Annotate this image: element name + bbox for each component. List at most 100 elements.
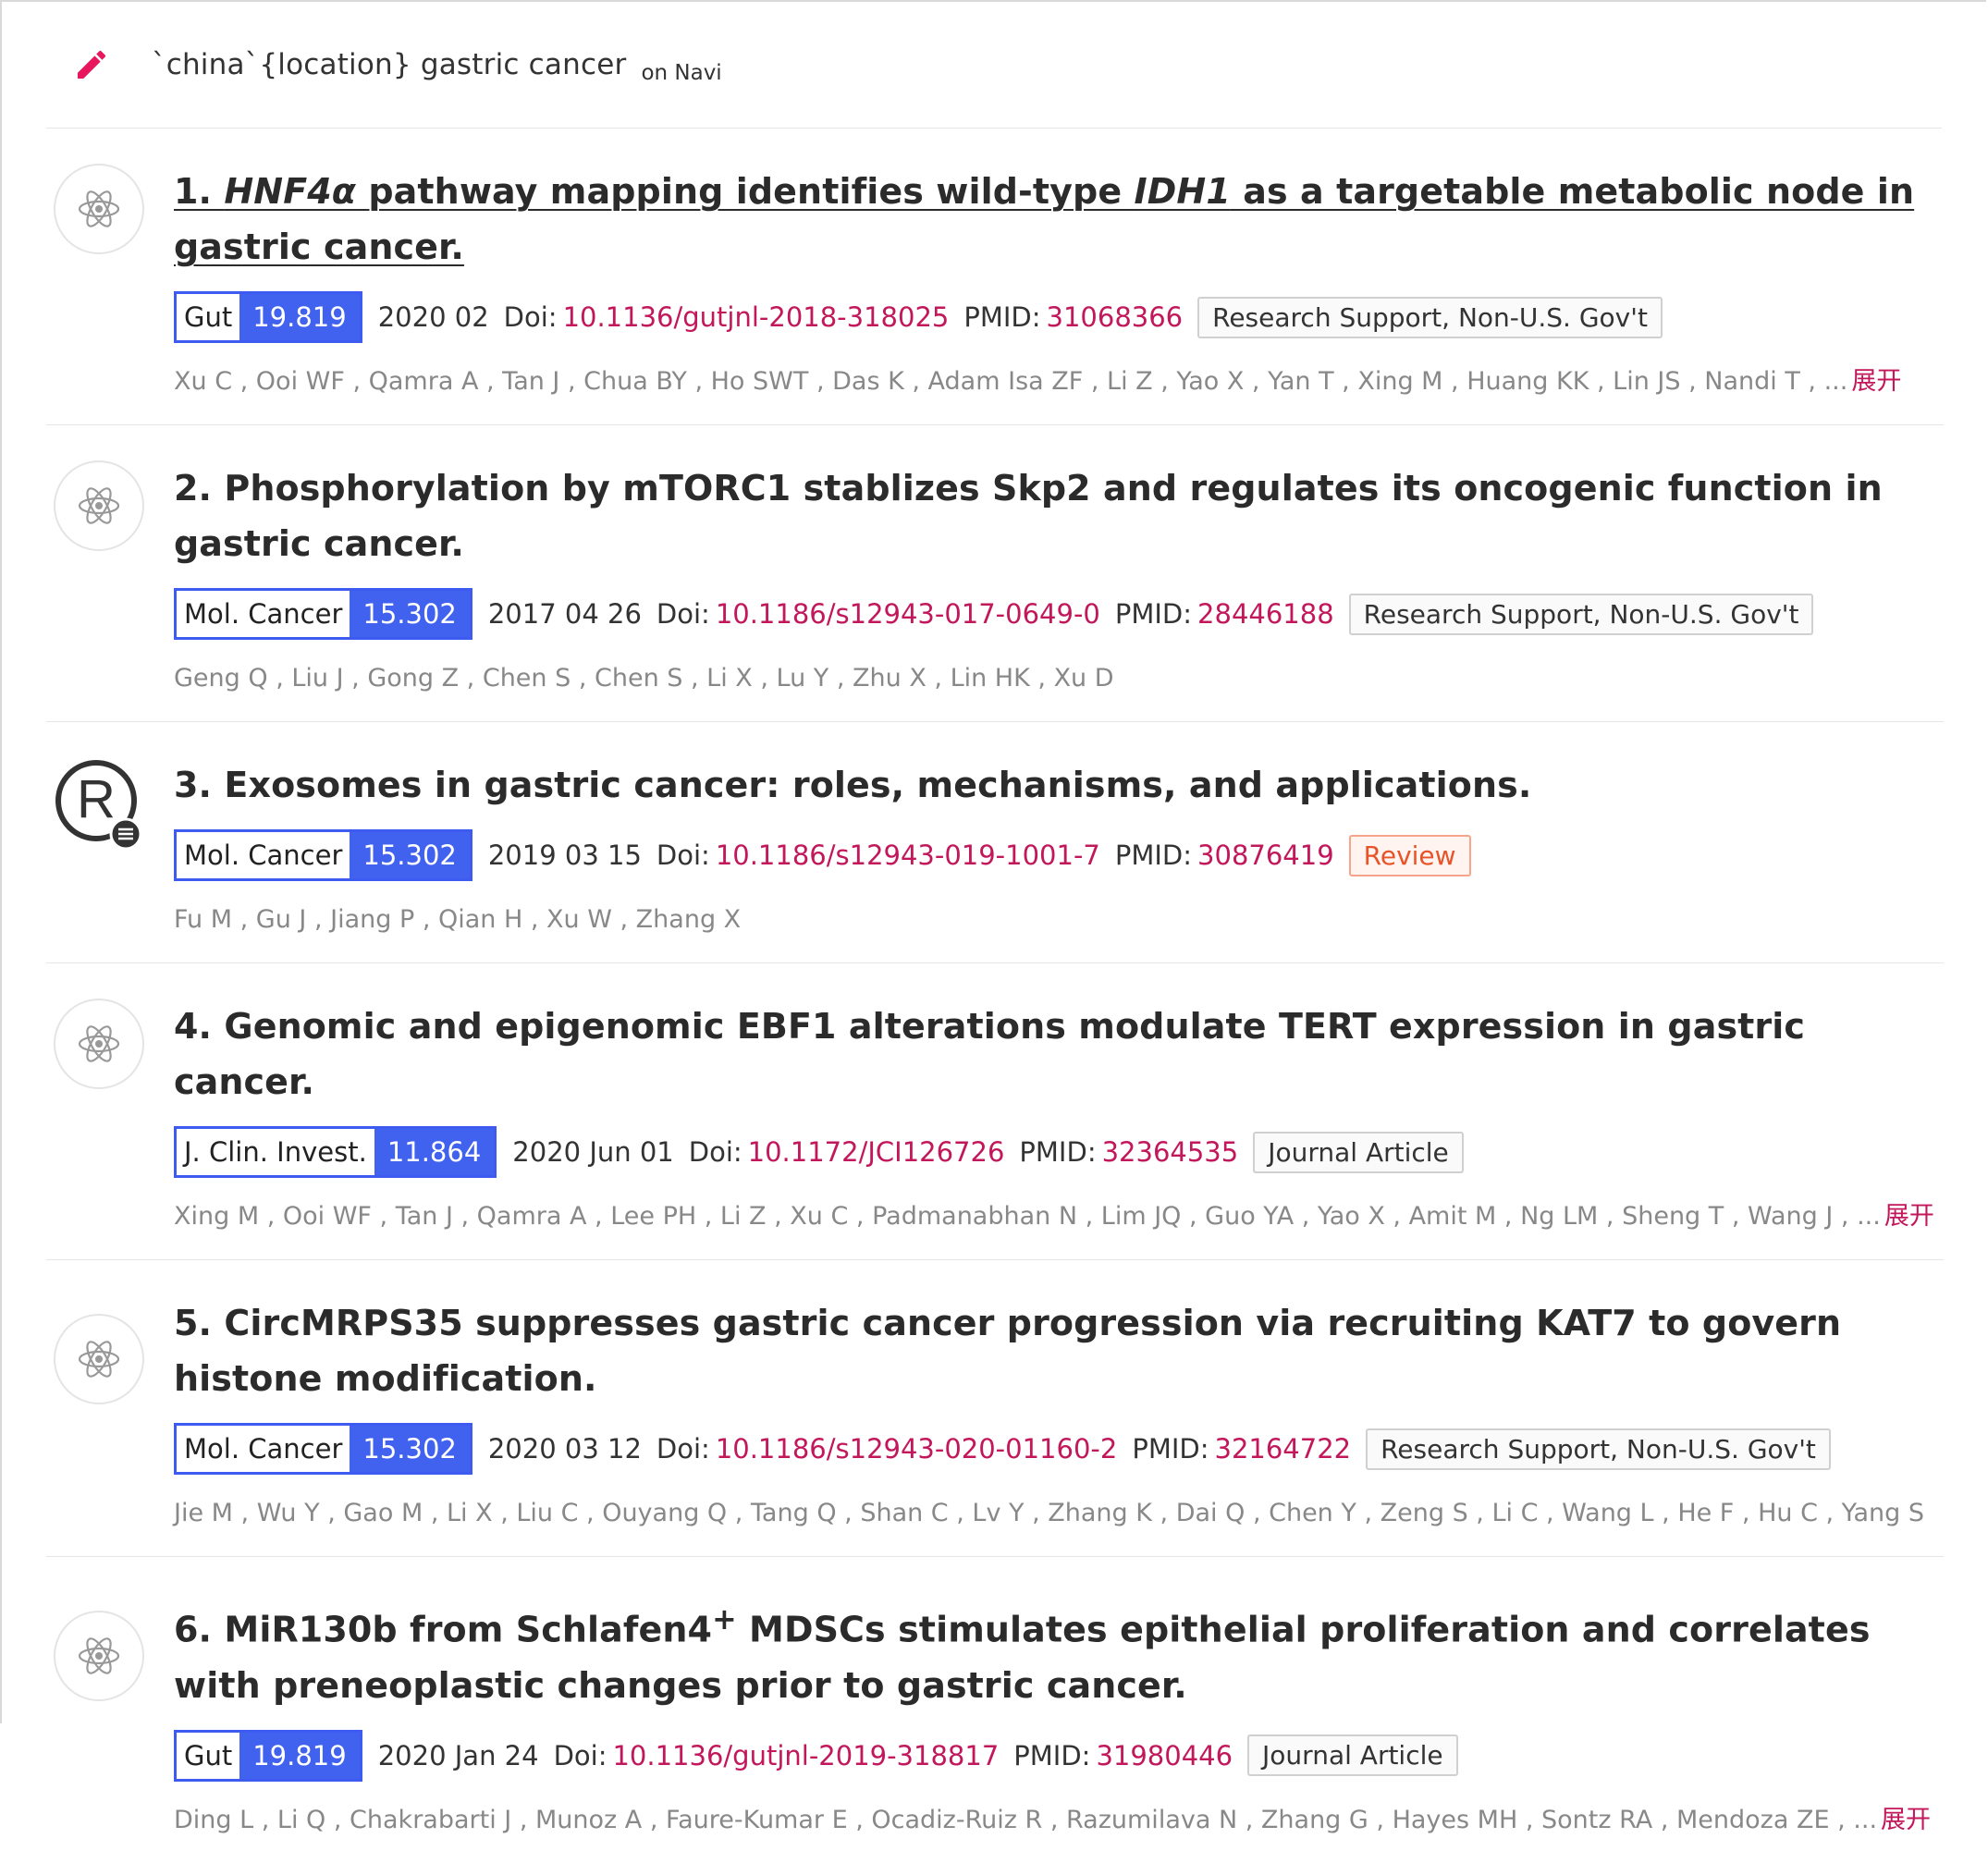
title-segment: gastric cancer. (174, 523, 464, 564)
doi-link[interactable]: 10.1186/s12943-019-1001-7 (716, 840, 1100, 871)
journal-badge[interactable]: Mol. Cancer 15.302 (174, 588, 472, 640)
article-meta: J. Clin. Invest. 11.864 2020 Jun 01 Doi: 10.… (174, 1126, 1944, 1178)
review-registered-icon: R (54, 759, 144, 851)
doi-link[interactable]: 10.1186/s12943-017-0649-0 (716, 598, 1100, 630)
authors-text: Jie M , Wu Y , Gao M , Li X , Liu C , Ou… (174, 1499, 1924, 1527)
publication-date: 2020 02 (377, 301, 489, 333)
pmid-link[interactable]: 31980446 (1096, 1740, 1233, 1771)
journal-name: Gut (177, 294, 240, 340)
title-segment: 2. Phosphorylation by mTORC1 stablizes S… (174, 468, 1883, 509)
publication-type-tag: Research Support, Non-U.S. Gov't (1348, 593, 1814, 635)
journal-name: Mol. Cancer (177, 1426, 350, 1472)
journal-badge[interactable]: Gut 19.819 (174, 1729, 362, 1782)
author-list: Xing M , Ooi WF , Tan J , Qamra A , Lee … (174, 1198, 1944, 1259)
pmid-label: PMID: (963, 301, 1041, 333)
doi-label: Doi: (656, 840, 710, 871)
impact-factor: 19.819 (239, 1732, 360, 1779)
article-title[interactable]: 4. Genomic and epigenomic EBF1 alteratio… (174, 999, 1944, 1109)
pmid-link[interactable]: 30876419 (1197, 840, 1334, 871)
title-segment: gastric cancer. (896, 1664, 1187, 1706)
result-item: 5. CircMRPS35 suppresses gastric cancer … (46, 1260, 1944, 1557)
pmid-label: PMID: (1019, 1136, 1097, 1168)
expand-authors-link[interactable]: 展开 (1884, 1202, 1934, 1231)
result-content: 1. HNF4α pathway mapping identifies wild… (174, 129, 1944, 424)
result-content: 4. Genomic and epigenomic EBF1 alteratio… (174, 963, 1944, 1259)
result-list: 1. HNF4α pathway mapping identifies wild… (2, 129, 1988, 1863)
journal-badge[interactable]: Gut 19.819 (174, 291, 362, 343)
atom-icon (54, 999, 144, 1089)
publication-type-tag: Journal Article (1253, 1131, 1464, 1173)
result-item: R 3. Exosomes in gastric cancer: roles, m… (46, 722, 1944, 963)
doi-label: Doi: (688, 1136, 742, 1168)
expand-authors-link[interactable]: 展开 (1881, 1806, 1931, 1834)
search-query-text: `china`{location} gastric cancer (152, 48, 627, 81)
article-title[interactable]: 5. CircMRPS35 suppresses gastric cancer … (174, 1295, 1944, 1406)
journal-badge[interactable]: J. Clin. Invest. 11.864 (174, 1126, 497, 1178)
article-title[interactable]: 3. Exosomes in gastric cancer: roles, me… (174, 757, 1944, 813)
result-item: 6. MiR130b from Schlafen4+ MDSCs stimula… (46, 1557, 1944, 1863)
article-meta: Gut 19.819 2020 Jan 24 Doi: 10.1136/gutjnl-2… (174, 1729, 1944, 1782)
doi-link[interactable]: 10.1186/s12943-020-01160-2 (716, 1433, 1118, 1465)
publication-date: 2020 Jan 24 (377, 1739, 539, 1771)
title-segment: roles, mechanisms, and applications. (779, 765, 1532, 805)
atom-icon (54, 1611, 144, 1701)
title-segment: pathway mapping identifies wild-type (356, 171, 1135, 212)
result-item: 2. Phosphorylation by mTORC1 stablizes S… (46, 425, 1944, 722)
publication-date: 2019 03 15 (487, 840, 642, 871)
pmid-label: PMID: (1114, 598, 1193, 630)
pmid-link[interactable]: 31068366 (1047, 301, 1184, 333)
impact-factor: 15.302 (350, 1426, 470, 1472)
impact-factor: 15.302 (350, 832, 470, 878)
pencil-icon[interactable] (68, 42, 115, 88)
impact-factor: 11.864 (374, 1129, 495, 1175)
article-meta: Mol. Cancer 15.302 2020 03 12 Doi: 10.1186/s… (174, 1423, 1944, 1475)
authors-text: Geng Q , Liu J , Gong Z , Chen S , Chen … (174, 664, 1114, 692)
title-segment: gastric cancer. (174, 227, 464, 267)
doi-label: Doi: (503, 301, 558, 333)
journal-badge[interactable]: Mol. Cancer 15.302 (174, 1423, 472, 1475)
article-title[interactable]: 2. Phosphorylation by mTORC1 stablizes S… (174, 460, 1944, 571)
author-list: Xu C , Ooi WF , Qamra A , Tan J , Chua B… (174, 363, 1944, 424)
result-content: 5. CircMRPS35 suppresses gastric cancer … (174, 1260, 1944, 1556)
article-title[interactable]: 1. HNF4α pathway mapping identifies wild… (174, 164, 1944, 275)
pmid-link[interactable]: 32364535 (1102, 1136, 1239, 1168)
journal-name: Mol. Cancer (177, 591, 350, 637)
publication-date: 2017 04 26 (487, 598, 642, 630)
author-list: Fu M , Gu J , Jiang P , Qian H , Xu W , … (174, 901, 1944, 962)
article-title[interactable]: 6. MiR130b from Schlafen4+ MDSCs stimula… (174, 1592, 1944, 1713)
title-segment: 4. Genomic and epigenomic EBF1 alteratio… (174, 1006, 1668, 1047)
author-list: Jie M , Wu Y , Gao M , Li X , Liu C , Ou… (174, 1495, 1944, 1556)
publication-type-tag: Review (1348, 834, 1471, 876)
pmid-label: PMID: (1132, 1433, 1209, 1465)
title-segment: 1. (174, 171, 225, 212)
title-segment: 5. CircMRPS35 suppresses (174, 1303, 713, 1343)
journal-name: J. Clin. Invest. (177, 1129, 374, 1175)
doi-label: Doi: (656, 1433, 710, 1465)
impact-factor: 15.302 (350, 591, 470, 637)
article-meta: Mol. Cancer 15.302 2017 04 26 Doi: 10.1186/s… (174, 588, 1944, 640)
journal-badge[interactable]: Mol. Cancer 15.302 (174, 829, 472, 881)
title-segment: + (712, 1603, 737, 1636)
title-segment: 6. MiR130b from Schlafen4 (174, 1609, 713, 1650)
result-item: 4. Genomic and epigenomic EBF1 alteratio… (46, 963, 1944, 1260)
expand-authors-link[interactable]: 展开 (1851, 367, 1901, 396)
authors-text: Fu M , Gu J , Jiang P , Qian H , Xu W , … (174, 905, 742, 934)
doi-link[interactable]: 10.1136/gutjnl-2019-318817 (612, 1740, 999, 1771)
authors-text: Xing M , Ooi WF , Tan J , Qamra A , Lee … (174, 1202, 1881, 1231)
authors-text: Xu C , Ooi WF , Qamra A , Tan J , Chua B… (174, 367, 1848, 396)
authors-text: Ding L , Li Q , Chakrabarti J , Munoz A … (174, 1805, 1878, 1834)
svg-text:R: R (77, 769, 116, 829)
publication-date: 2020 Jun 01 (512, 1136, 674, 1168)
publication-type-tag: Journal Article (1247, 1734, 1458, 1777)
title-segment: gastric cancer (712, 1303, 995, 1343)
atom-icon (54, 1314, 144, 1404)
doi-label: Doi: (553, 1739, 607, 1771)
pmid-link[interactable]: 32164722 (1215, 1433, 1352, 1465)
doi-label: Doi: (656, 598, 710, 630)
title-segment: gastric cancer: (484, 765, 780, 805)
title-segment: HNF4α (224, 171, 357, 212)
pmid-link[interactable]: 28446188 (1197, 598, 1334, 630)
title-segment: as a targetable metabolic node in (1230, 171, 1915, 212)
doi-link[interactable]: 10.1136/gutjnl-2018-318025 (563, 301, 950, 333)
doi-link[interactable]: 10.1172/JCI126726 (748, 1136, 1005, 1168)
